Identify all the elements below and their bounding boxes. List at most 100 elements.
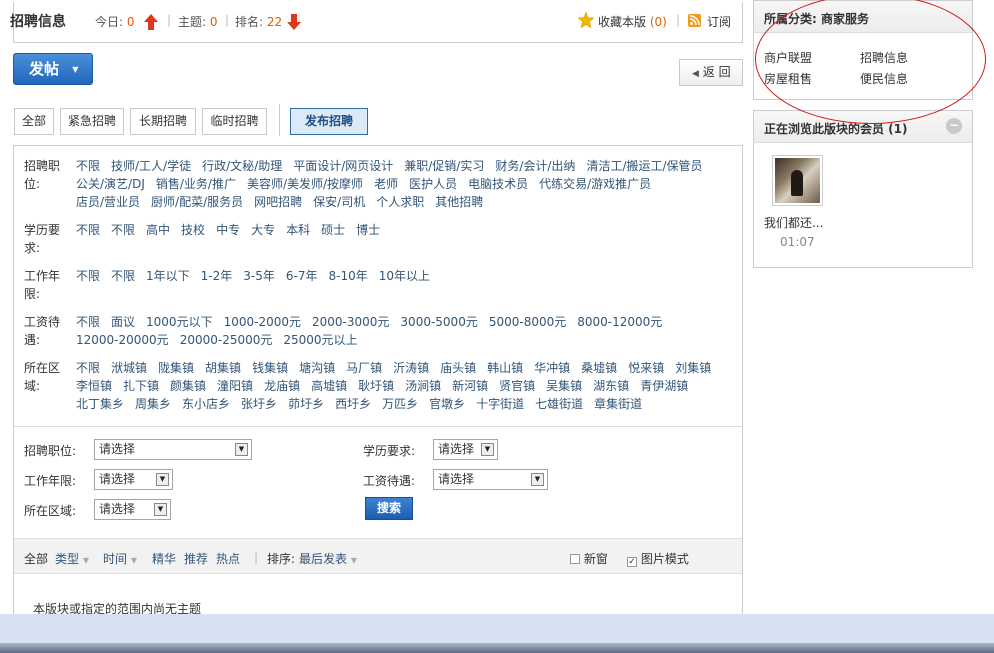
filter-option[interactable]: 10年以上: [379, 267, 430, 285]
category-link[interactable]: 招聘信息: [860, 49, 908, 66]
filter-option[interactable]: 刘集镇: [675, 359, 711, 377]
filter-option[interactable]: 硕士: [321, 221, 345, 239]
filter-option[interactable]: 钱集镇: [252, 359, 288, 377]
category-link[interactable]: 便民信息: [860, 70, 908, 87]
filter-option[interactable]: 兼职/促销/实习: [404, 157, 484, 175]
filter-option[interactable]: 8-10年: [329, 267, 368, 285]
filter-option[interactable]: 代练交易/游戏推广员: [539, 175, 651, 193]
filter-option[interactable]: 悦来镇: [628, 359, 664, 377]
filter-option[interactable]: 北丁集乡: [76, 395, 124, 413]
filter-option[interactable]: 西圩乡: [335, 395, 371, 413]
image-mode-checkbox[interactable]: ✓: [627, 557, 637, 567]
filter-option[interactable]: 新河镇: [452, 377, 488, 395]
filter-option[interactable]: 华冲镇: [534, 359, 570, 377]
filter-option[interactable]: 清洁工/搬运工/保管员: [586, 157, 702, 175]
job-select[interactable]: 请选择 ▼: [94, 439, 252, 460]
new-window-checkbox[interactable]: [570, 554, 580, 564]
sort-digest[interactable]: 精华: [152, 550, 176, 567]
filter-option[interactable]: 美容师/美发师/按摩师: [247, 175, 363, 193]
years-select[interactable]: 请选择 ▼: [94, 469, 173, 490]
filter-option[interactable]: 其他招聘: [435, 193, 483, 211]
sort-order-select[interactable]: 最后发表 ▼: [299, 550, 357, 567]
area-select[interactable]: 请选择 ▼: [94, 499, 171, 520]
sort-all[interactable]: 全部: [24, 550, 48, 567]
filter-option[interactable]: 桑墟镇: [581, 359, 617, 377]
filter-option[interactable]: 1000-2000元: [224, 313, 301, 331]
filter-option[interactable]: 1000元以下: [146, 313, 213, 331]
filter-option[interactable]: 面议: [111, 313, 135, 331]
avatar[interactable]: [772, 155, 823, 206]
sort-hot[interactable]: 热点: [216, 550, 240, 567]
filter-option[interactable]: 中专: [216, 221, 240, 239]
filter-option[interactable]: 8000-12000元: [577, 313, 662, 331]
tab-all[interactable]: 全部: [14, 108, 54, 135]
filter-option[interactable]: 平面设计/网页设计: [293, 157, 393, 175]
filter-option[interactable]: 销售/业务/推广: [156, 175, 236, 193]
tab-urgent[interactable]: 紧急招聘: [60, 108, 124, 135]
filter-option[interactable]: 沂涛镇: [393, 359, 429, 377]
filter-option[interactable]: 陇集镇: [158, 359, 194, 377]
publish-recruit-button[interactable]: 发布招聘: [290, 108, 368, 135]
new-window-toggle[interactable]: 新窗: [570, 550, 608, 567]
filter-option[interactable]: 官墩乡: [429, 395, 465, 413]
tab-temporary[interactable]: 临时招聘: [202, 108, 267, 135]
filter-option[interactable]: 网吧招聘: [254, 193, 302, 211]
filter-option[interactable]: 汤涧镇: [405, 377, 441, 395]
filter-option[interactable]: 公关/演艺/DJ: [76, 175, 145, 193]
filter-option[interactable]: 洑城镇: [111, 359, 147, 377]
filter-option[interactable]: 不限: [111, 221, 135, 239]
filter-option[interactable]: 吴集镇: [546, 377, 582, 395]
filter-option[interactable]: 茆圩乡: [288, 395, 324, 413]
edu-select[interactable]: 请选择 ▼: [433, 439, 498, 460]
collapse-icon[interactable]: −: [946, 118, 962, 134]
filter-option[interactable]: 店员/营业员: [76, 193, 140, 211]
sort-time[interactable]: 时间 ▼: [103, 550, 137, 567]
filter-option[interactable]: 七雄街道: [535, 395, 583, 413]
filter-option[interactable]: 不限: [76, 359, 100, 377]
filter-option[interactable]: 东小店乡: [182, 395, 230, 413]
category-link[interactable]: 商户联盟: [764, 49, 812, 66]
filter-option[interactable]: 塘沟镇: [299, 359, 335, 377]
filter-option[interactable]: 技校: [181, 221, 205, 239]
filter-option[interactable]: 不限: [76, 313, 100, 331]
filter-option[interactable]: 章集街道: [594, 395, 642, 413]
filter-option[interactable]: 3-5年: [243, 267, 275, 285]
subscribe-link[interactable]: 订阅: [707, 13, 731, 30]
image-mode-toggle[interactable]: ✓ 图片模式: [627, 550, 689, 567]
filter-option[interactable]: 博士: [356, 221, 380, 239]
filter-option[interactable]: 大专: [251, 221, 275, 239]
filter-option[interactable]: 医护人员: [409, 175, 457, 193]
filter-option[interactable]: 湖东镇: [593, 377, 629, 395]
filter-option[interactable]: 颜集镇: [170, 377, 206, 395]
filter-option[interactable]: 青伊湖镇: [640, 377, 688, 395]
filter-option[interactable]: 6-7年: [286, 267, 318, 285]
filter-option[interactable]: 张圩乡: [241, 395, 277, 413]
search-button[interactable]: 搜索: [365, 497, 413, 520]
filter-option[interactable]: 李恒镇: [76, 377, 112, 395]
filter-option[interactable]: 老师: [374, 175, 398, 193]
member-name[interactable]: 我们都还...: [764, 214, 823, 231]
filter-option[interactable]: 十字街道: [476, 395, 524, 413]
sort-type[interactable]: 类型 ▼: [55, 550, 89, 567]
filter-option[interactable]: 高中: [146, 221, 170, 239]
filter-option[interactable]: 2000-3000元: [312, 313, 389, 331]
filter-option[interactable]: 1年以下: [146, 267, 190, 285]
category-link[interactable]: 房屋租售: [764, 70, 812, 87]
filter-option[interactable]: 龙庙镇: [264, 377, 300, 395]
filter-option[interactable]: 25000元以上: [283, 331, 357, 349]
filter-option[interactable]: 耿圩镇: [358, 377, 394, 395]
filter-option[interactable]: 保安/司机: [313, 193, 365, 211]
filter-option[interactable]: 胡集镇: [205, 359, 241, 377]
filter-option[interactable]: 高墟镇: [311, 377, 347, 395]
filter-option[interactable]: 厨师/配菜/服务员: [151, 193, 243, 211]
filter-option[interactable]: 扎下镇: [123, 377, 159, 395]
filter-option[interactable]: 周集乡: [135, 395, 171, 413]
filter-option[interactable]: 行政/文秘/助理: [202, 157, 282, 175]
filter-option[interactable]: 万匹乡: [382, 395, 418, 413]
filter-option[interactable]: 不限: [111, 267, 135, 285]
favorite-link[interactable]: 收藏本版 (0): [598, 13, 667, 30]
filter-option[interactable]: 贤官镇: [499, 377, 535, 395]
filter-option[interactable]: 1-2年: [201, 267, 233, 285]
back-button[interactable]: ◀ 返 回: [679, 59, 743, 86]
filter-option[interactable]: 电脑技术员: [468, 175, 528, 193]
